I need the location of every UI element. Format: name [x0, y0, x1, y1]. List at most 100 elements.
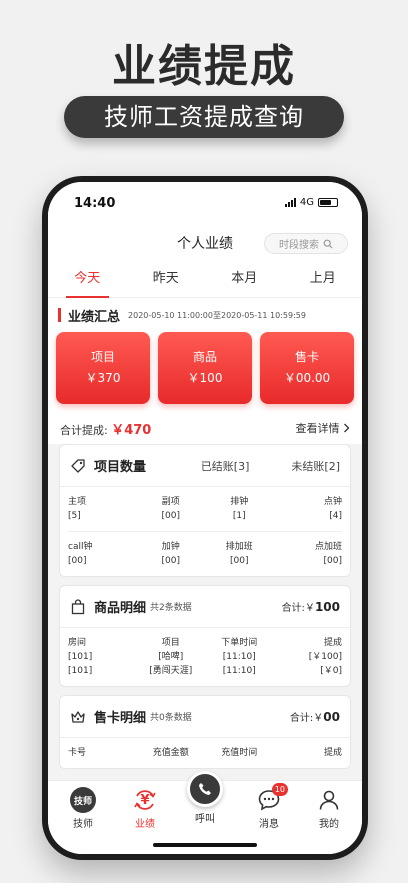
- tabbar-item-call[interactable]: 呼叫: [180, 771, 230, 825]
- card-label: 售卡: [294, 350, 319, 364]
- grid-col: call钟 [00]: [68, 540, 137, 568]
- tabbar-label: 技师: [73, 819, 93, 830]
- promo-subtitle: 技师工资提成查询: [64, 96, 344, 138]
- table-cell: [哈啤]: [158, 652, 184, 662]
- summary-header: 业绩汇总 2020-05-10 11:00:00至2020-05-11 10:5…: [48, 298, 362, 332]
- total-commission-row: 合计提成: ￥470 查看详情: [48, 412, 362, 444]
- tabbar-label: 消息: [259, 819, 279, 830]
- grid-col: 主项 [5]: [68, 495, 137, 523]
- grid-value: [00]: [230, 556, 249, 566]
- summary-card-card-sales[interactable]: 售卡 ￥00.00: [260, 332, 354, 404]
- time-search-label: 时段搜索: [279, 240, 319, 251]
- table-header: 充值时间: [221, 748, 258, 758]
- chevron-right-icon: [344, 423, 350, 433]
- signal-icon: [284, 198, 296, 207]
- card-table: 卡号 充值金额 充值时间 提成: [60, 738, 350, 768]
- crown-icon: [70, 709, 86, 725]
- promo-title: 业绩提成: [112, 41, 296, 92]
- goods-table: 房间 [101] [101] 项目 [哈啤] [勇闯天涯] 下单时间 [11:1…: [60, 628, 350, 686]
- table-header: 提成: [323, 748, 342, 758]
- user-icon: [316, 787, 342, 813]
- project-panel-header: 项目数量 已结账[3] 未结账[2]: [60, 445, 350, 487]
- table-header: 项目: [161, 638, 180, 648]
- tab-this-month[interactable]: 本月: [205, 262, 284, 297]
- search-icon: [323, 239, 333, 248]
- table-header: 房间: [68, 638, 87, 648]
- network-label: 4G: [299, 197, 314, 208]
- view-details-label: 查看详情: [295, 422, 340, 435]
- grid-col: 排加班 [00]: [205, 540, 274, 568]
- time-search-button[interactable]: 时段搜索: [264, 233, 348, 254]
- grid-header: 点加班: [314, 542, 342, 552]
- project-panel-title: 项目数量: [94, 460, 147, 475]
- card-panel-header: 售卡明细 共0条数据 合计:￥00: [60, 696, 350, 738]
- summary-accent-bar: [58, 308, 61, 322]
- card-value: ￥100: [187, 371, 223, 385]
- summary-card-goods[interactable]: 商品 ￥100: [158, 332, 252, 404]
- tab-last-month[interactable]: 上月: [284, 262, 363, 297]
- table-header: 下单时间: [221, 638, 258, 648]
- grid-col: 排钟 [1]: [205, 495, 274, 523]
- grid-col: 点加班 [00]: [274, 540, 342, 568]
- technician-icon: 技师: [70, 787, 96, 813]
- summary-cards: 项目 ￥370 商品 ￥100 售卡 ￥00.00: [48, 332, 362, 412]
- nav-bar: 个人业绩 时段搜索: [48, 222, 362, 262]
- grid-col: 提成 [￥100] [￥0]: [274, 636, 342, 678]
- card-label: 项目: [90, 350, 115, 364]
- unsettled-count[interactable]: 未结账[2]: [291, 458, 340, 474]
- goods-total-value: 100: [314, 600, 340, 614]
- table-cell: [101]: [68, 652, 93, 662]
- table-cell: [￥100]: [308, 652, 342, 662]
- summary-range: 2020-05-10 11:00:00至2020-05-11 10:59:59: [128, 310, 306, 320]
- performance-icon: ¥: [132, 787, 158, 813]
- grid-header: call钟: [68, 542, 93, 552]
- card-record-count: 共0条数据: [150, 713, 192, 723]
- tabbar-item-performance[interactable]: ¥ 业绩: [120, 787, 170, 830]
- tab-yesterday[interactable]: 昨天: [127, 262, 206, 297]
- tabbar-item-technician[interactable]: 技师 技师: [58, 787, 108, 830]
- goods-panel-title: 商品明细: [94, 601, 147, 616]
- grid-col: 项目 [哈啤] [勇闯天涯]: [137, 636, 206, 678]
- project-row-2: call钟 [00] 加钟 [00] 排加班 [00] 点加班 [00]: [60, 532, 350, 576]
- tag-icon: [70, 458, 86, 474]
- phone-screen: 14:40 4G 个人业绩 时段搜索 今天 昨天 本月 上月 业绩汇总 2020…: [48, 182, 362, 854]
- tabbar-item-profile[interactable]: 我的: [304, 787, 354, 830]
- summary-card-project[interactable]: 项目 ￥370: [56, 332, 150, 404]
- grid-header: 主项: [68, 497, 87, 507]
- goods-record-count: 共2条数据: [150, 603, 192, 613]
- table-header: 充值金额: [152, 748, 189, 758]
- goods-panel-header: 商品明细 共2条数据 合计:￥100: [60, 586, 350, 628]
- grid-header: 排钟: [230, 497, 249, 507]
- grid-header: 排加班: [225, 542, 253, 552]
- total-commission-value: ￥470: [111, 422, 152, 438]
- summary-title: 业绩汇总: [68, 309, 121, 325]
- tabbar-label: 业绩: [135, 819, 155, 830]
- table-cell: [11:10]: [222, 666, 256, 676]
- grid-col: 副项 [00]: [137, 495, 206, 523]
- project-row-1: 主项 [5] 副项 [00] 排钟 [1] 点钟 [4]: [60, 487, 350, 531]
- status-bar: 14:40 4G: [48, 182, 362, 222]
- settled-count[interactable]: 已结账[3]: [201, 458, 250, 474]
- table-header: 卡号: [68, 748, 87, 758]
- status-time: 14:40: [74, 196, 116, 211]
- grid-col: 房间 [101] [101]: [68, 636, 137, 678]
- view-details-link[interactable]: 查看详情: [296, 420, 351, 436]
- grid-col: 加钟 [00]: [137, 540, 206, 568]
- grid-col: 下单时间 [11:10] [11:10]: [205, 636, 274, 678]
- grid-value: [00]: [161, 511, 180, 521]
- grid-value: [00]: [161, 556, 180, 566]
- phone-frame: 14:40 4G 个人业绩 时段搜索 今天 昨天 本月 上月 业绩汇总 2020…: [42, 176, 368, 860]
- grid-value: [00]: [323, 556, 342, 566]
- tab-today[interactable]: 今天: [48, 262, 127, 298]
- battery-icon: [318, 198, 338, 207]
- content-area[interactable]: 业绩汇总 2020-05-10 11:00:00至2020-05-11 10:5…: [48, 298, 362, 780]
- shopping-bag-icon: [70, 598, 86, 615]
- bottom-tab-bar: 技师 技师 ¥ 业绩 呼叫 10 消息 我的: [48, 771, 362, 854]
- grid-header: 加钟: [161, 542, 180, 552]
- message-icon: 10: [256, 783, 288, 813]
- tabbar-item-messages[interactable]: 10 消息: [244, 783, 294, 830]
- status-icons: 4G: [284, 197, 338, 208]
- total-commission-label: 合计提成:: [60, 423, 108, 437]
- grid-value: [5]: [68, 511, 81, 521]
- tabbar-label: 呼叫: [195, 814, 215, 825]
